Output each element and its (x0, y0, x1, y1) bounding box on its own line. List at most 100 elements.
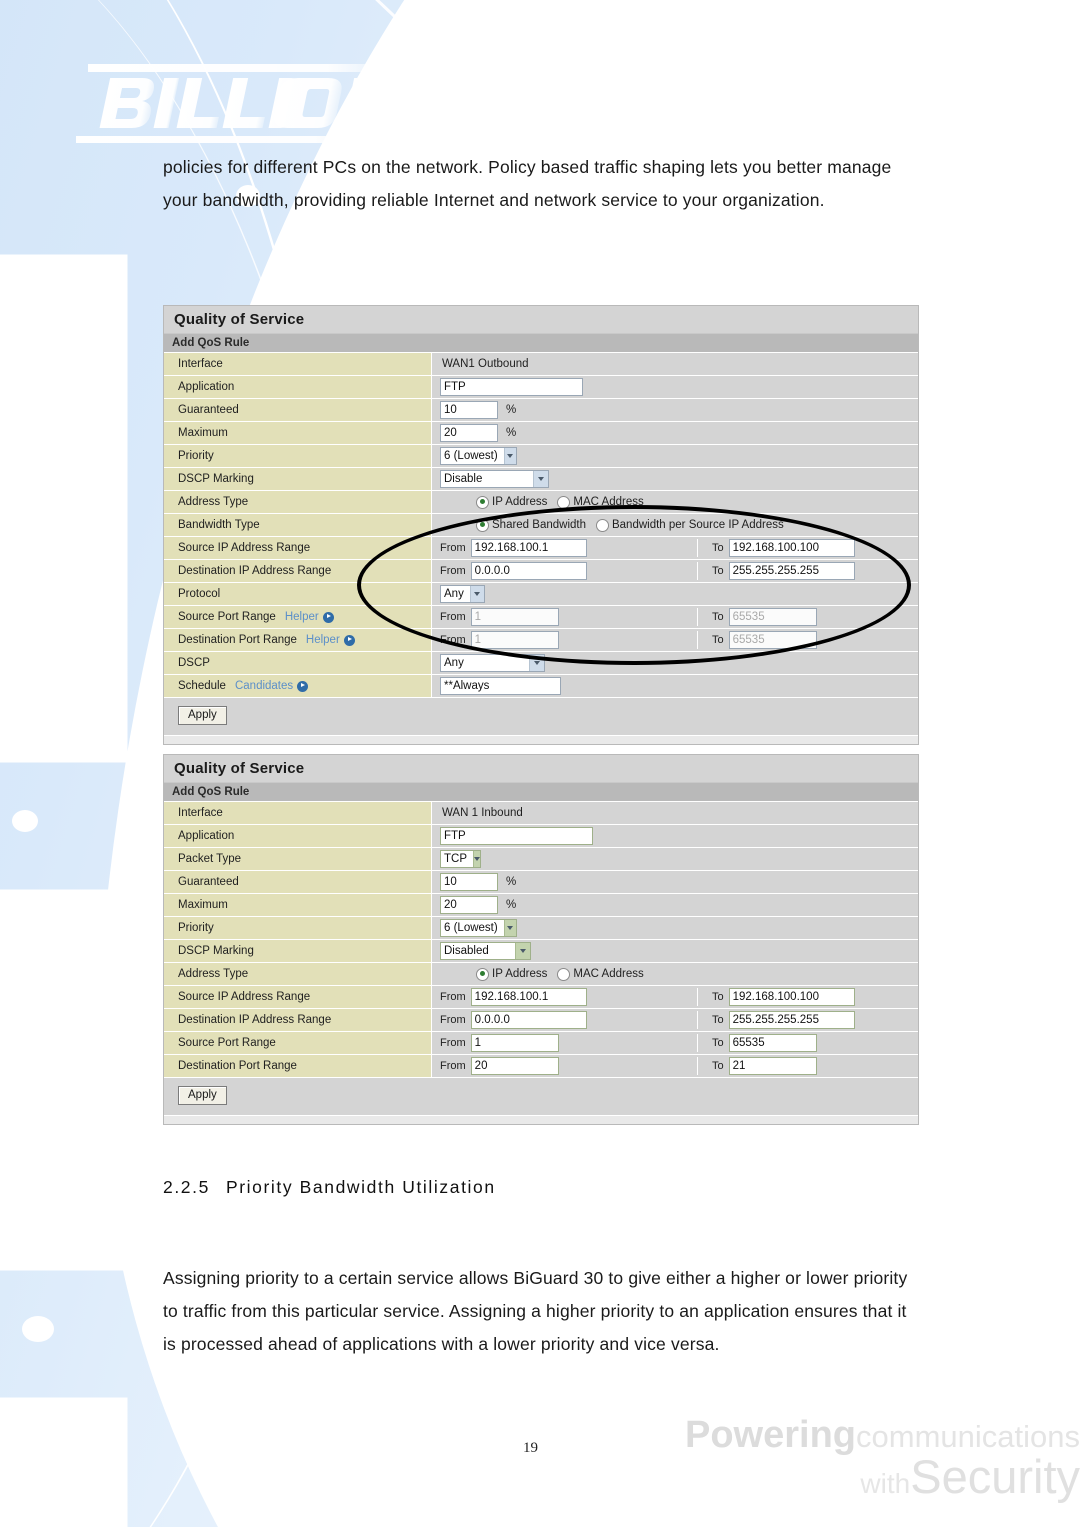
footer-slogan-powering: Powering (684, 1414, 857, 1456)
dest-ip-from-input[interactable] (470, 562, 587, 580)
source-port-to-input[interactable] (728, 608, 817, 626)
maximum-input[interactable] (440, 424, 498, 442)
dest-ip-from-input[interactable] (470, 1011, 587, 1029)
percent-unit: % (506, 876, 517, 888)
from-label: From (440, 1037, 466, 1049)
helper-arrow-icon[interactable] (322, 611, 334, 623)
dest-port-to-input[interactable] (728, 631, 817, 649)
priority-select[interactable]: 6 (Lowest) (440, 447, 517, 465)
percent-unit: % (506, 899, 517, 911)
radio-label: MAC Address (573, 968, 644, 980)
row-label-text: Schedule (178, 680, 226, 692)
source-port-to-input[interactable] (728, 1034, 817, 1052)
panel-footer-strip (164, 1115, 918, 1124)
row-label: Destination IP Address Range (164, 1009, 432, 1031)
dest-port-from-input[interactable] (470, 631, 559, 649)
source-port-from-input[interactable] (470, 608, 559, 626)
radio-mac-address[interactable]: MAC Address (557, 495, 644, 509)
row-source-ip-range: Source IP Address Range From To (164, 536, 918, 559)
dscp-select[interactable]: Any (440, 654, 545, 672)
chevron-down-icon (529, 655, 544, 671)
panel-title: Quality of Service (164, 306, 918, 333)
source-ip-from-input[interactable] (470, 988, 587, 1006)
row-label: DSCP (164, 652, 432, 674)
row-label: Guaranteed (164, 399, 432, 421)
dest-port-from-cell: From (432, 631, 698, 649)
helper-arrow-icon[interactable] (343, 634, 355, 646)
row-label: Destination Port Range (164, 1055, 432, 1077)
source-port-from-input[interactable] (470, 1034, 559, 1052)
row-application: Application (164, 375, 918, 398)
maximum-input[interactable] (440, 896, 498, 914)
apply-bar: Apply (164, 1077, 918, 1115)
chevron-down-icon (515, 943, 530, 959)
dest-ip-to-input[interactable] (728, 1011, 855, 1029)
row-label: Packet Type (164, 848, 432, 870)
dest-port-helper-link[interactable]: Helper (306, 634, 340, 646)
apply-button[interactable]: Apply (178, 706, 227, 725)
radio-button-icon (595, 518, 609, 532)
radio-shared-bandwidth[interactable]: Shared Bandwidth (476, 518, 586, 532)
interface-value: WAN 1 Inbound (442, 807, 523, 819)
dest-port-from-cell: From (432, 1057, 698, 1075)
qos-panel-outbound: Quality of Service Add QoS Rule Interfac… (163, 305, 919, 745)
apply-button[interactable]: Apply (178, 1086, 227, 1105)
row-label: DSCP Marking (164, 468, 432, 490)
source-ip-from-input[interactable] (470, 539, 587, 557)
row-protocol: Protocol Any (164, 582, 918, 605)
row-bandwidth-type: Bandwidth Type Shared Bandwidth Bandwidt… (164, 513, 918, 536)
candidates-arrow-icon[interactable] (297, 680, 309, 692)
footer-slogan: Poweringcommunications withSecurity (685, 1416, 1080, 1500)
radio-mac-address[interactable]: MAC Address (557, 967, 644, 981)
dest-ip-from-cell: From (432, 562, 698, 580)
to-label: To (712, 634, 724, 646)
apply-bar: Apply (164, 697, 918, 735)
application-input[interactable] (440, 378, 583, 396)
dest-ip-to-input[interactable] (728, 562, 855, 580)
schedule-input[interactable] (440, 677, 561, 695)
radio-ip-address[interactable]: IP Address (476, 495, 548, 509)
row-interface: Interface WAN 1 Inbound (164, 801, 918, 824)
packet-type-select[interactable]: TCP (440, 850, 481, 868)
source-port-from-cell: From (432, 608, 698, 626)
row-guaranteed: Guaranteed % (164, 398, 918, 421)
guaranteed-input[interactable] (440, 873, 498, 891)
to-label: To (712, 991, 724, 1003)
source-ip-to-input[interactable] (728, 539, 855, 557)
dscp-marking-select[interactable]: Disabled (440, 942, 531, 960)
row-application: Application (164, 824, 918, 847)
priority-select[interactable]: 6 (Lowest) (440, 919, 517, 937)
row-label: Interface (164, 802, 432, 824)
schedule-candidates-link[interactable]: Candidates (235, 680, 293, 692)
row-label: Interface (164, 353, 432, 375)
to-label: To (712, 542, 724, 554)
panel-title: Quality of Service (164, 755, 918, 782)
row-maximum: Maximum % (164, 893, 918, 916)
radio-bandwidth-per-source-ip[interactable]: Bandwidth per Source IP Address (595, 518, 784, 532)
application-input[interactable] (440, 827, 593, 845)
radio-label: IP Address (492, 496, 548, 508)
dest-port-from-input[interactable] (470, 1057, 559, 1075)
dest-port-to-cell: To (698, 631, 918, 649)
dscp-marking-select[interactable]: Disable (440, 470, 549, 488)
radio-label: MAC Address (573, 496, 644, 508)
source-ip-to-cell: To (698, 988, 918, 1006)
chevron-down-icon (533, 471, 548, 487)
guaranteed-input[interactable] (440, 401, 498, 419)
row-interface: Interface WAN1 Outbound (164, 352, 918, 375)
section-number: 2.2.5 (163, 1177, 210, 1197)
section-heading: 2.2.5 Priority Bandwidth Utilization (163, 1177, 496, 1198)
dscp-marking-selected-value: Disable (444, 473, 483, 485)
dest-port-to-input[interactable] (728, 1057, 817, 1075)
protocol-select[interactable]: Any (440, 585, 485, 603)
row-priority: Priority 6 (Lowest) (164, 444, 918, 467)
radio-button-icon (557, 967, 571, 981)
row-label: Source Port Range (164, 1032, 432, 1054)
source-port-helper-link[interactable]: Helper (285, 611, 319, 623)
source-ip-from-cell: From (432, 988, 698, 1006)
dest-ip-from-cell: From (432, 1011, 698, 1029)
row-label: Address Type (164, 963, 432, 985)
row-label-text: Source Port Range (178, 611, 276, 623)
radio-ip-address[interactable]: IP Address (476, 967, 547, 981)
source-ip-to-input[interactable] (728, 988, 855, 1006)
